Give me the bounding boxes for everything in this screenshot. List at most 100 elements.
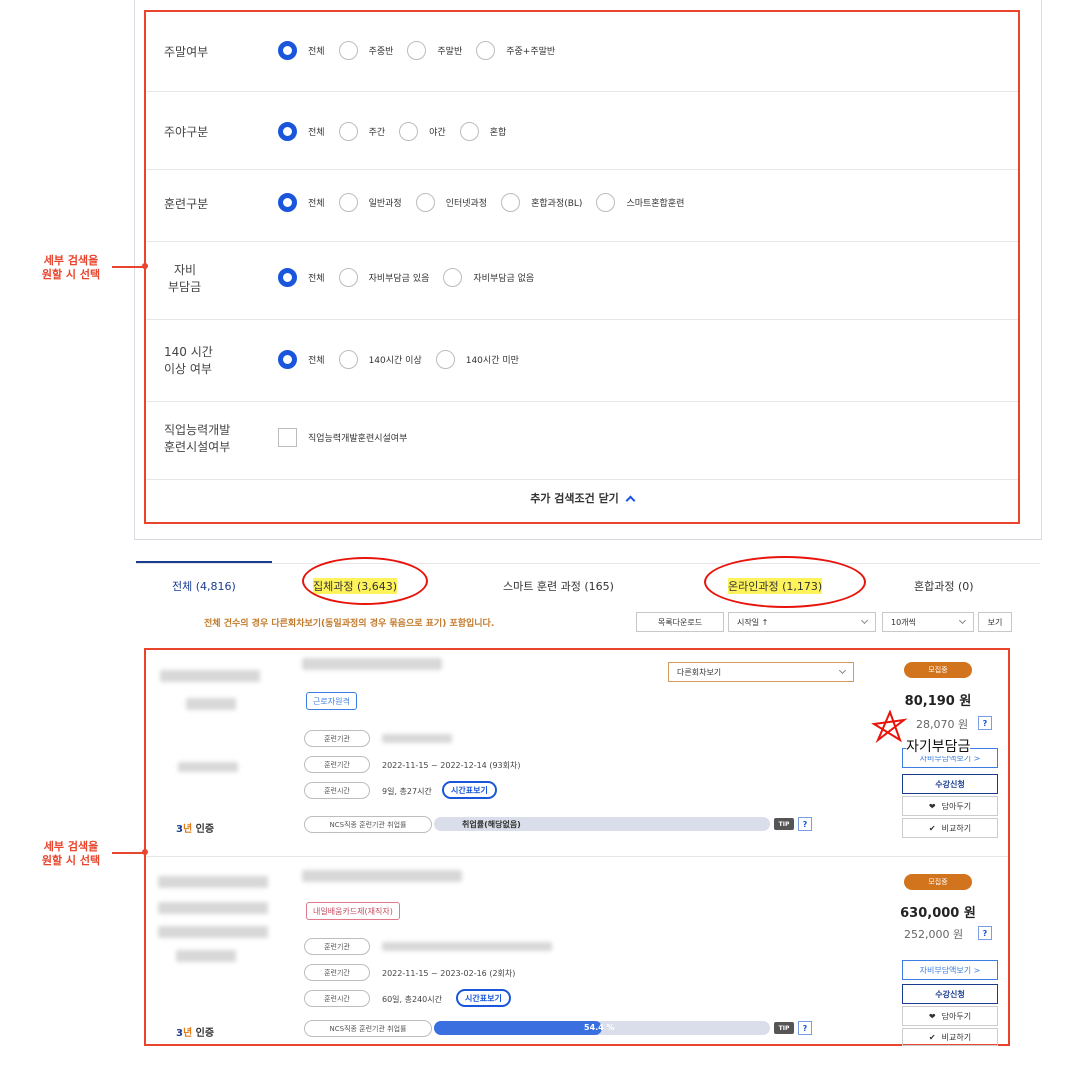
checkbox-icon[interactable] [278, 428, 297, 447]
radio-selected-icon[interactable] [278, 122, 297, 141]
radio-icon[interactable] [338, 350, 358, 369]
radio-weekend-all[interactable]: 전체 [278, 41, 325, 60]
sort-select[interactable]: 시작일 ↑ [728, 612, 876, 632]
annotation-detail-search-top: 세부 검색을 원할 시 선택 [41, 254, 101, 281]
radio-daynight-night[interactable]: 야간 [399, 122, 446, 141]
help-icon[interactable]: ? [978, 716, 992, 730]
course-title-blurred[interactable] [302, 658, 442, 670]
filter-row-selfpay: 자비 부담금 전체 자비부담금 있음 자비부담금 없음 [146, 242, 1018, 320]
radio-icon[interactable] [443, 268, 463, 287]
radio-icon[interactable] [501, 193, 521, 212]
checkbox-facility[interactable]: 직업능력개발훈련시설여부 [278, 428, 407, 447]
help-icon[interactable]: ? [798, 817, 812, 831]
radio-icon[interactable] [338, 122, 358, 141]
time-label: 훈련시간 [304, 782, 370, 799]
recruiting-badge: 모집중 [904, 662, 972, 678]
radio-hours-all[interactable]: 전체 [278, 350, 325, 369]
radio-selfpay-yes[interactable]: 자비부담금 있음 [338, 268, 429, 287]
timetable-button[interactable]: 시간표보기 [456, 989, 511, 1007]
tab-blended[interactable]: 혼합과정 (0) [914, 578, 974, 594]
radio-icon[interactable] [338, 268, 358, 287]
self-pay-detail-button[interactable]: 자비부담액보기 > [902, 960, 998, 980]
course-price: 80,190 원 [904, 694, 972, 709]
compare-button[interactable]: ✔ 비교하기 [902, 818, 998, 838]
filter-row-hours: 140 시간 이상 여부 전체 140시간 이상 140시간 미만 [146, 320, 1018, 402]
timetable-button[interactable]: 시간표보기 [442, 781, 497, 799]
tab-all[interactable]: 전체 (4,816) [172, 578, 236, 594]
radio-icon[interactable] [338, 193, 358, 212]
course-type-badge: 내일배움카드제(재직자) [306, 902, 400, 920]
count-notice: 전체 건수의 경우 다른회차보기(동일과정의 경우 묶음으로 표기) 포함입니다… [204, 619, 495, 629]
filter-label: 주말여부 [164, 45, 209, 59]
radio-icon[interactable] [476, 41, 496, 60]
radio-daynight-day[interactable]: 주간 [338, 122, 385, 141]
employment-rate-text: 54.4 % [584, 1023, 615, 1032]
institution-logo-blurred [158, 876, 268, 888]
close-more-filters-button[interactable]: 추가 검색조건 닫기 [146, 490, 1018, 506]
radio-training-internet[interactable]: 인터넷과정 [415, 193, 487, 212]
radio-daynight-mixed[interactable]: 혼합 [459, 122, 506, 141]
filter-row-facility: 직업능력개발 훈련시설여부 직업능력개발훈련시설여부 [146, 402, 1018, 480]
radio-hours-under[interactable]: 140시간 미만 [435, 350, 519, 369]
heart-icon: ❤ [928, 1011, 936, 1021]
radio-training-blended[interactable]: 혼합과정(BL) [501, 193, 582, 212]
view-button[interactable]: 보기 [978, 612, 1012, 632]
compare-button[interactable]: ✔ 비교하기 [902, 1028, 998, 1046]
ncs-label: NCS직종 훈련기관 취업률 [304, 816, 432, 833]
radio-icon[interactable] [596, 193, 616, 212]
radio-selfpay-no[interactable]: 자비부담금 없음 [443, 268, 534, 287]
org-name-blurred[interactable] [382, 942, 552, 951]
course-title-blurred[interactable] [302, 870, 462, 882]
radio-selected-icon[interactable] [278, 268, 297, 287]
save-button[interactable]: ❤ 담아두기 [902, 1006, 998, 1026]
apply-button[interactable]: 수강신청 [902, 774, 998, 794]
radio-icon[interactable] [407, 41, 427, 60]
download-list-button[interactable]: 목록다운로드 [636, 612, 724, 632]
tip-badge[interactable]: TIP [774, 1022, 794, 1034]
radio-daynight-all[interactable]: 전체 [278, 122, 325, 141]
radio-icon[interactable] [338, 41, 358, 60]
time-label: 훈련시간 [304, 990, 370, 1007]
radio-icon[interactable] [459, 122, 479, 141]
apply-button[interactable]: 수강신청 [902, 984, 998, 1004]
radio-selfpay-all[interactable]: 전체 [278, 268, 325, 287]
per-page-select[interactable]: 10개씩 [882, 612, 974, 632]
chevron-down-icon [958, 616, 967, 625]
chevron-down-icon [838, 666, 847, 675]
radio-weekend-weekday[interactable]: 주중반 [338, 41, 393, 60]
institution-logo-blurred [178, 762, 238, 772]
radio-training-general[interactable]: 일반과정 [338, 193, 402, 212]
radio-icon[interactable] [415, 193, 435, 212]
employment-rate-fill [434, 1021, 602, 1035]
radio-training-smart[interactable]: 스마트혼합훈련 [596, 193, 684, 212]
help-icon[interactable]: ? [798, 1021, 812, 1035]
radio-selected-icon[interactable] [278, 41, 297, 60]
training-time: 60일, 총240시간 [382, 995, 442, 1004]
ncs-label: NCS직종 훈련기관 취업률 [304, 1020, 432, 1037]
radio-weekend-weekend[interactable]: 주말반 [407, 41, 462, 60]
course-card: 3년 인증 근로자원격 다른회차보기 훈련기관 훈련기간 2022-11-15 … [146, 650, 1008, 856]
radio-icon[interactable] [435, 350, 455, 369]
radio-selected-icon[interactable] [278, 193, 297, 212]
other-round-select[interactable]: 다른회차보기 [668, 662, 854, 682]
highlight-circle [302, 557, 428, 605]
save-button[interactable]: ❤ 담아두기 [902, 796, 998, 816]
institution-logo-blurred [176, 950, 236, 962]
chevron-up-icon [625, 495, 636, 506]
highlight-circle [704, 556, 866, 608]
recruiting-badge: 모집중 [904, 874, 972, 890]
help-icon[interactable]: ? [978, 926, 992, 940]
filter-label: 직업능력개발 훈련시설여부 [164, 423, 231, 454]
radio-hours-over[interactable]: 140시간 이상 [338, 350, 422, 369]
radio-selected-icon[interactable] [278, 350, 297, 369]
institution-logo-blurred [158, 926, 268, 938]
institution-logo-blurred [186, 698, 236, 710]
radio-icon[interactable] [399, 122, 419, 141]
tip-badge[interactable]: TIP [774, 818, 794, 830]
org-name-blurred[interactable] [382, 734, 452, 743]
course-price: 630,000 원 [900, 906, 976, 921]
tab-smart[interactable]: 스마트 훈련 과정 (165) [503, 578, 614, 594]
radio-training-all[interactable]: 전체 [278, 193, 325, 212]
radio-weekend-both[interactable]: 주중+주말반 [476, 41, 555, 60]
annotation-pointer [112, 266, 144, 268]
